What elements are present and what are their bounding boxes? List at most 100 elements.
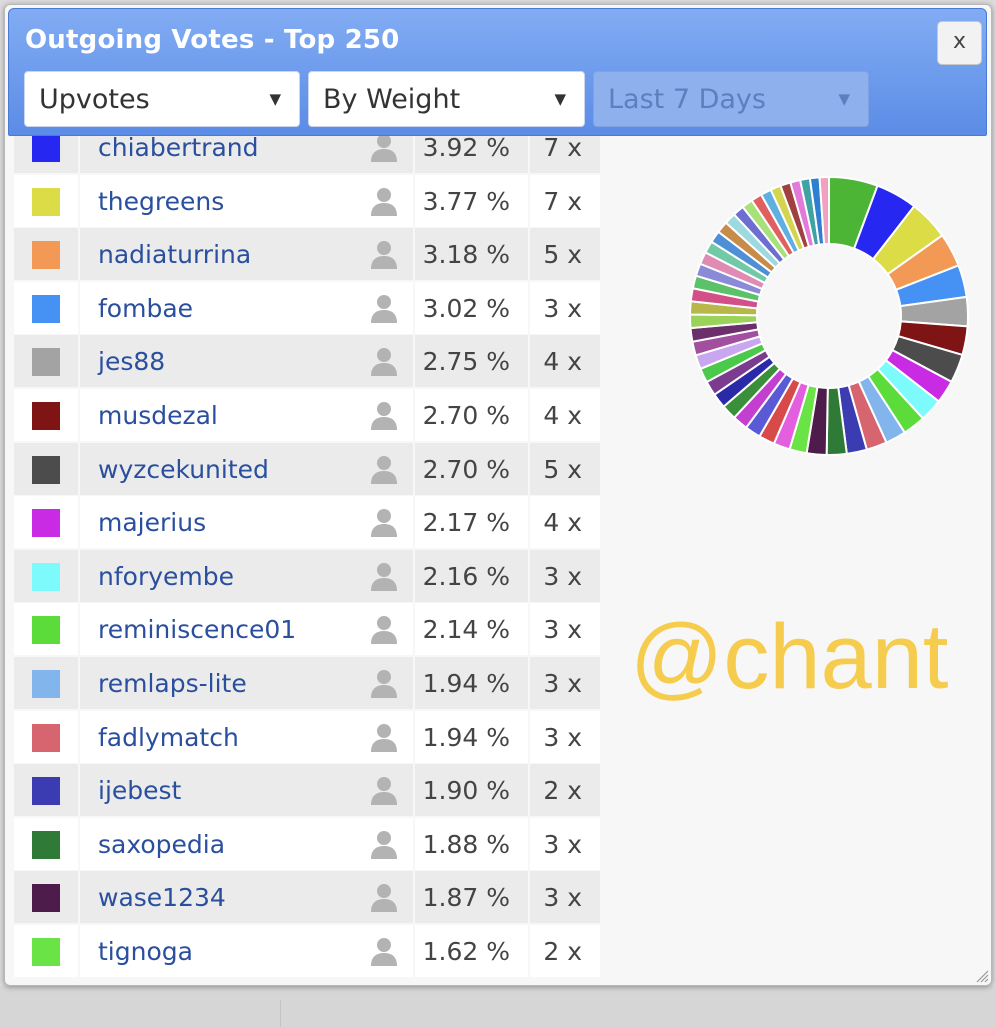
vote-count: 7 x (543, 186, 582, 216)
sort-by-select[interactable]: By Weight ▼ (308, 71, 585, 127)
user-icon[interactable] (368, 136, 400, 163)
chevron-down-icon: ▼ (838, 90, 850, 108)
count-cell: 2 x (530, 925, 600, 977)
count-cell: 4 x (530, 496, 600, 549)
user-icon[interactable] (368, 345, 400, 377)
swatch-cell (14, 925, 78, 977)
swatch-cell (14, 174, 78, 227)
vote-percent: 1.90 % (422, 776, 510, 806)
swatch-cell (14, 817, 78, 870)
user-icon[interactable] (368, 935, 400, 967)
color-swatch (32, 509, 60, 538)
percent-cell: 2.14 % (415, 603, 528, 656)
account-link[interactable]: nforyembe (98, 562, 234, 591)
vote-count: 3 x (543, 722, 582, 752)
name-cell: jes88 (80, 335, 413, 388)
user-icon[interactable] (368, 667, 400, 699)
table-row: nadiaturrina 3.18 % 5 x (14, 228, 602, 281)
table-row: jes88 2.75 % 4 x (14, 335, 602, 388)
account-link[interactable]: saxopedia (98, 830, 225, 859)
count-cell: 3 x (530, 817, 600, 870)
color-swatch (32, 938, 60, 966)
user-icon[interactable] (368, 185, 400, 217)
vote-count: 3 x (543, 561, 582, 591)
swatch-cell (14, 710, 78, 763)
background-divider (280, 1000, 281, 1027)
account-link[interactable]: remlaps-lite (98, 669, 247, 698)
name-cell: fombae (80, 281, 413, 334)
percent-cell: 1.62 % (415, 925, 528, 977)
user-icon[interactable] (368, 506, 400, 538)
dialog-title: Outgoing Votes - Top 250 (25, 25, 400, 55)
color-swatch (32, 402, 60, 430)
color-swatch (32, 455, 60, 484)
vote-count: 3 x (543, 669, 582, 698)
vote-count: 2 x (543, 937, 582, 966)
background-strip (0, 986, 996, 1027)
color-swatch (32, 616, 60, 645)
vote-count: 4 x (543, 401, 582, 430)
swatch-cell (14, 549, 78, 602)
account-link[interactable]: tignoga (98, 937, 193, 966)
account-link[interactable]: musdezal (98, 401, 218, 430)
color-swatch (32, 562, 60, 591)
chevron-down-icon: ▼ (554, 90, 566, 108)
user-icon[interactable] (368, 613, 400, 645)
account-link[interactable]: wyzcekunited (98, 455, 269, 484)
count-cell: 4 x (530, 335, 600, 388)
color-swatch (32, 830, 60, 859)
swatch-cell (14, 657, 78, 709)
table-row: fadlymatch 1.94 % 3 x (14, 710, 602, 764)
vote-percent: 3.02 % (422, 293, 510, 323)
dialog-header: Outgoing Votes - Top 250 x Upvotes ▼ By … (8, 8, 987, 136)
vote-count: 5 x (543, 454, 582, 484)
account-link[interactable]: fombae (98, 294, 193, 323)
user-icon[interactable] (368, 560, 400, 592)
swatch-cell (14, 764, 78, 817)
user-icon[interactable] (368, 453, 400, 485)
vote-percent: 1.88 % (422, 829, 510, 859)
account-link[interactable]: majerius (98, 508, 206, 537)
account-link[interactable]: thegreens (98, 187, 224, 216)
swatch-cell (14, 496, 78, 549)
vote-count: 3 x (543, 829, 582, 859)
percent-cell: 1.87 % (415, 871, 528, 924)
count-cell: 7 x (530, 174, 600, 227)
vote-percent: 1.62 % (422, 937, 510, 966)
account-link[interactable]: reminiscence01 (98, 615, 296, 644)
color-swatch (32, 136, 60, 162)
close-button[interactable]: x (937, 21, 982, 65)
account-link[interactable]: ijebest (98, 776, 181, 805)
percent-cell: 3.77 % (415, 174, 528, 227)
vote-count: 7 x (543, 136, 582, 162)
user-icon[interactable] (368, 881, 400, 913)
user-icon[interactable] (368, 828, 400, 860)
percent-cell: 2.16 % (415, 549, 528, 602)
swatch-cell (14, 335, 78, 388)
outgoing-votes-dialog: Outgoing Votes - Top 250 x Upvotes ▼ By … (4, 4, 992, 986)
user-icon[interactable] (368, 238, 400, 270)
resize-grip-icon[interactable] (975, 969, 989, 983)
vote-percent: 2.75 % (422, 347, 510, 377)
percent-cell: 3.02 % (415, 281, 528, 334)
user-icon[interactable] (368, 292, 400, 324)
user-icon[interactable] (368, 774, 400, 806)
account-link[interactable]: fadlymatch (98, 723, 239, 752)
table-row: thegreens 3.77 % 7 x (14, 174, 602, 228)
vote-percent: 1.87 % (422, 883, 510, 913)
name-cell: ijebest (80, 764, 413, 817)
user-icon[interactable] (368, 399, 400, 431)
vote-type-select[interactable]: Upvotes ▼ (24, 71, 300, 127)
account-link[interactable]: chiabertrand (98, 136, 259, 162)
account-link[interactable]: jes88 (98, 347, 165, 376)
table-row: wase1234 1.87 % 3 x (14, 871, 602, 924)
name-cell: saxopedia (80, 817, 413, 870)
vote-percent: 2.16 % (422, 561, 510, 591)
percent-cell: 1.94 % (415, 710, 528, 763)
account-link[interactable]: wase1234 (98, 883, 226, 912)
name-cell: reminiscence01 (80, 603, 413, 656)
color-swatch (32, 884, 60, 913)
account-link[interactable]: nadiaturrina (98, 240, 251, 269)
user-icon[interactable] (368, 721, 400, 753)
vote-percent: 2.70 % (422, 454, 510, 484)
